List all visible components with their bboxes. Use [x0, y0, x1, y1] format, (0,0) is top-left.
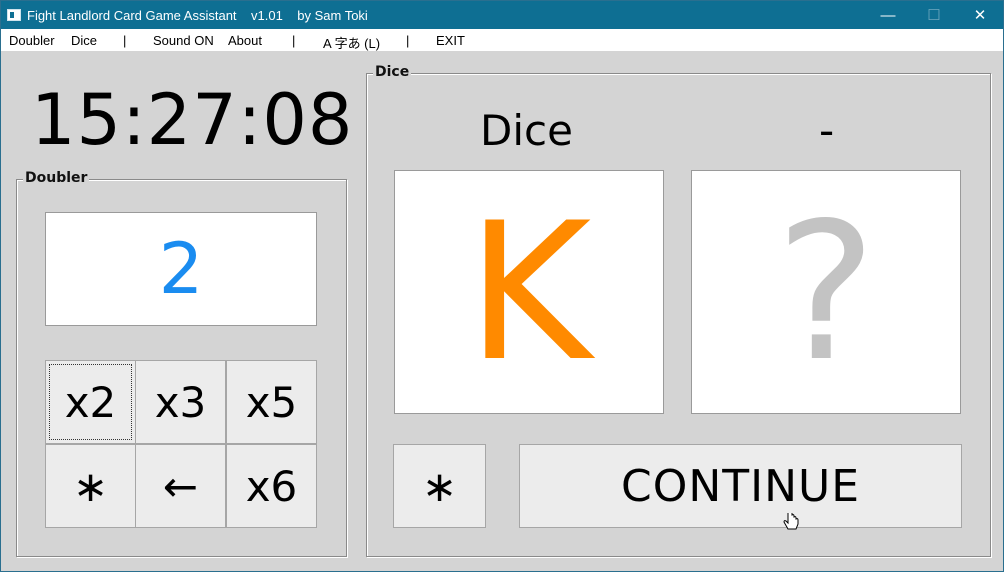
x5-button[interactable]: x5 — [226, 360, 317, 444]
continue-button[interactable]: CONTINUE — [519, 444, 962, 528]
window-title: Fight Landlord Card Game Assistant v1.01… — [27, 8, 368, 23]
dice-card-left: K — [394, 170, 664, 414]
dice-star-button[interactable]: ∗ — [393, 444, 486, 528]
dice-group: Dice Dice - K ? ∗ CONTINUE — [366, 64, 991, 557]
main-content: 15:27:08 Doubler 2 x2 x3 x5 ∗ ← x6 Dice … — [1, 51, 1003, 571]
menu-dice[interactable]: Dice — [71, 33, 97, 48]
close-button[interactable]: ✕ — [957, 1, 1003, 29]
menu-exit[interactable]: EXIT — [436, 33, 465, 48]
menu-language[interactable]: A 字あ (L) — [323, 33, 380, 52]
x6-button[interactable]: x6 — [226, 444, 317, 528]
title-bar[interactable]: Fight Landlord Card Game Assistant v1.01… — [1, 1, 1003, 29]
menu-separator: | — [406, 33, 410, 48]
dice-label: Dice — [480, 106, 573, 155]
app-window: Fight Landlord Card Game Assistant v1.01… — [0, 0, 1004, 572]
menu-separator: | — [123, 33, 127, 48]
star-button[interactable]: ∗ — [45, 444, 136, 528]
clock-display: 15:27:08 — [31, 79, 354, 161]
dice-legend: Dice — [373, 64, 412, 80]
menu-sound[interactable]: Sound ON — [153, 33, 214, 48]
menu-about[interactable]: About — [228, 33, 262, 48]
dice-result-label: - — [819, 106, 835, 155]
app-icon — [7, 9, 21, 21]
back-arrow-button[interactable]: ← — [135, 444, 226, 528]
hand-cursor-icon — [783, 513, 799, 530]
x2-button[interactable]: x2 — [45, 360, 136, 444]
doubler-legend: Doubler — [23, 170, 90, 186]
x3-button[interactable]: x3 — [135, 360, 226, 444]
menu-separator: | — [292, 33, 296, 48]
menu-doubler[interactable]: Doubler — [9, 33, 55, 48]
doubler-group: Doubler 2 x2 x3 x5 ∗ ← x6 — [16, 170, 347, 557]
menu-bar: Doubler Dice | Sound ON About | A 字あ (L)… — [1, 29, 1003, 51]
doubler-value: 2 — [45, 212, 317, 326]
minimize-button[interactable]: — — [865, 1, 911, 29]
dice-card-right: ? — [691, 170, 961, 414]
maximize-button[interactable]: ☐ — [911, 1, 957, 29]
